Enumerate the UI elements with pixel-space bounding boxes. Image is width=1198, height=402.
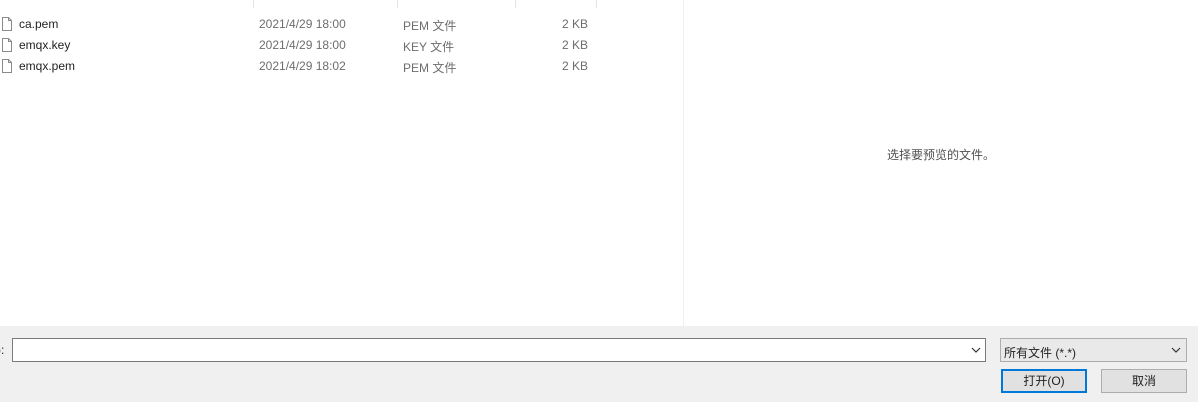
file-type-select[interactable]: 所有文件 (*.*) [1000, 338, 1187, 362]
file-name: emqx.key [19, 38, 71, 52]
file-list: ca.pem 2021/4/29 18:00 PEM 文件 2 KB emqx.… [0, 0, 683, 326]
file-type-select-value: 所有文件 (*.*) [1004, 346, 1077, 360]
file-size: 2 KB [561, 38, 588, 52]
preview-message: 选择要预览的文件。 [886, 148, 995, 162]
file-row[interactable]: emqx.key 2021/4/29 18:00 KEY 文件 2 KB [0, 35, 683, 56]
file-size: 2 KB [561, 59, 588, 73]
file-row[interactable]: emqx.pem 2021/4/29 18:02 PEM 文件 2 KB [0, 56, 683, 77]
file-icon [2, 17, 12, 31]
open-button[interactable]: 打开(O) [1001, 369, 1087, 393]
file-icon [2, 59, 12, 73]
file-size: 2 KB [561, 17, 588, 31]
chevron-down-icon [1171, 347, 1181, 353]
column-separator[interactable] [515, 0, 516, 8]
file-type: PEM 文件 [403, 61, 457, 75]
filename-input[interactable] [12, 338, 986, 362]
file-row[interactable]: ca.pem 2021/4/29 18:00 PEM 文件 2 KB [0, 14, 683, 35]
dialog-footer: ): 所有文件 (*.*) 打开(O) 取消 [0, 326, 1198, 402]
preview-pane: 选择要预览的文件。 [684, 0, 1198, 326]
file-type: KEY 文件 [403, 40, 455, 54]
chevron-down-icon[interactable] [971, 345, 981, 355]
column-separator[interactable] [397, 0, 398, 8]
file-date: 2021/4/29 18:02 [259, 59, 346, 73]
column-separator[interactable] [253, 0, 254, 8]
cancel-button[interactable]: 取消 [1101, 369, 1187, 393]
file-date: 2021/4/29 18:00 [259, 38, 346, 52]
column-separator[interactable] [596, 0, 597, 8]
file-name: emqx.pem [19, 59, 76, 73]
file-name: ca.pem [19, 17, 59, 31]
filename-label: ): [0, 343, 5, 357]
file-date: 2021/4/29 18:00 [259, 17, 346, 31]
file-type: PEM 文件 [403, 19, 457, 33]
file-icon [2, 38, 12, 52]
